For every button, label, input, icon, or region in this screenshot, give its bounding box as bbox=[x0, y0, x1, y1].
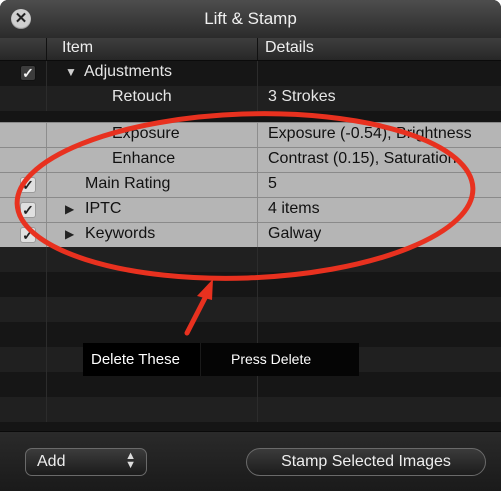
column-divider bbox=[46, 272, 47, 297]
window-title: Lift & Stamp bbox=[204, 9, 297, 28]
table-row[interactable]: Enhance Contrast (0.15), Saturation bbox=[0, 147, 501, 172]
table-row[interactable]: ✓ ▶ IPTC 4 items bbox=[0, 197, 501, 222]
annotation-label: Delete These bbox=[91, 351, 180, 368]
add-popup-label: Add bbox=[37, 453, 66, 470]
column-divider bbox=[46, 372, 47, 397]
check-icon: ✓ bbox=[22, 65, 34, 81]
row-item-label: Main Rating bbox=[85, 175, 171, 192]
bottom-bar: Add ▲ ▼ Stamp Selected Images bbox=[0, 431, 501, 491]
annotation-hint: Press Delete bbox=[231, 351, 312, 367]
disclosure-triangle-right-icon[interactable]: ▶ bbox=[65, 202, 74, 216]
row-details: 3 Strokes bbox=[268, 88, 336, 105]
header-divider bbox=[257, 38, 258, 60]
column-divider bbox=[257, 247, 258, 272]
column-divider bbox=[46, 86, 47, 111]
empty-row bbox=[0, 297, 501, 322]
table-row[interactable]: ✓ Main Rating 5 bbox=[0, 172, 501, 197]
table-row[interactable]: ✓ ▶ Keywords Galway bbox=[0, 222, 501, 247]
row-item-label: Keywords bbox=[85, 225, 156, 242]
table-header: Item Details bbox=[0, 38, 501, 61]
lift-stamp-window: ✕ Lift & Stamp Item Details ✓ ▼ Adjustme… bbox=[0, 0, 501, 491]
annotation-callout: Delete These Press Delete bbox=[83, 343, 359, 376]
column-divider bbox=[257, 173, 258, 197]
column-divider bbox=[46, 322, 47, 347]
column-divider bbox=[46, 297, 47, 322]
row-item-label: Retouch bbox=[112, 88, 172, 105]
column-divider bbox=[46, 61, 47, 86]
add-popup-button[interactable]: Add ▲ ▼ bbox=[25, 448, 147, 476]
column-divider bbox=[257, 397, 258, 422]
column-divider bbox=[257, 198, 258, 222]
row-item-label: Exposure bbox=[112, 125, 180, 142]
table-row[interactable]: Exposure Exposure (-0.54), Brightness bbox=[0, 122, 501, 147]
row-details: Galway bbox=[268, 225, 322, 242]
row-details: Contrast (0.15), Saturation bbox=[268, 150, 457, 167]
check-icon: ✓ bbox=[22, 177, 34, 193]
row-details: Exposure (-0.54), Brightness bbox=[268, 125, 472, 142]
disclosure-triangle-right-icon[interactable]: ▶ bbox=[65, 227, 74, 241]
row-item-label: Enhance bbox=[112, 150, 176, 167]
row-details: 4 items bbox=[268, 200, 320, 217]
column-divider bbox=[257, 272, 258, 297]
table-row[interactable]: ✓ ▼ Adjustments bbox=[0, 61, 501, 86]
column-divider bbox=[46, 198, 47, 222]
stamp-selected-images-button[interactable]: Stamp Selected Images bbox=[246, 448, 486, 476]
column-divider bbox=[257, 86, 258, 111]
row-item-label: Adjustments bbox=[84, 63, 173, 80]
empty-row bbox=[0, 247, 501, 272]
column-divider bbox=[46, 397, 47, 422]
table-row[interactable]: Retouch 3 Strokes bbox=[0, 86, 501, 111]
column-divider bbox=[46, 247, 47, 272]
column-divider bbox=[46, 123, 47, 147]
checkbox-keywords[interactable]: ✓ bbox=[20, 227, 36, 243]
title-bar[interactable]: ✕ Lift & Stamp bbox=[0, 0, 501, 39]
row-item-label: IPTC bbox=[85, 200, 122, 217]
column-divider bbox=[257, 61, 258, 86]
column-divider bbox=[46, 347, 47, 372]
row-details: 5 bbox=[268, 175, 277, 192]
checkbox-adjustments[interactable]: ✓ bbox=[20, 65, 36, 81]
column-divider bbox=[46, 223, 47, 247]
check-icon: ✓ bbox=[22, 227, 34, 243]
column-divider bbox=[257, 297, 258, 322]
checkbox-main-rating[interactable]: ✓ bbox=[20, 177, 36, 193]
check-icon: ✓ bbox=[22, 202, 34, 218]
column-divider bbox=[46, 148, 47, 172]
empty-row bbox=[0, 397, 501, 422]
header-divider bbox=[46, 38, 47, 60]
column-header-item[interactable]: Item bbox=[62, 39, 93, 57]
column-divider bbox=[257, 123, 258, 147]
column-divider bbox=[46, 173, 47, 197]
disclosure-triangle-down-icon[interactable]: ▼ bbox=[65, 65, 77, 79]
checkbox-iptc[interactable]: ✓ bbox=[20, 202, 36, 218]
column-divider bbox=[257, 148, 258, 172]
column-header-details[interactable]: Details bbox=[265, 39, 314, 57]
column-divider bbox=[257, 223, 258, 247]
empty-row bbox=[0, 272, 501, 297]
up-down-arrows-icon: ▲ ▼ bbox=[125, 450, 136, 471]
